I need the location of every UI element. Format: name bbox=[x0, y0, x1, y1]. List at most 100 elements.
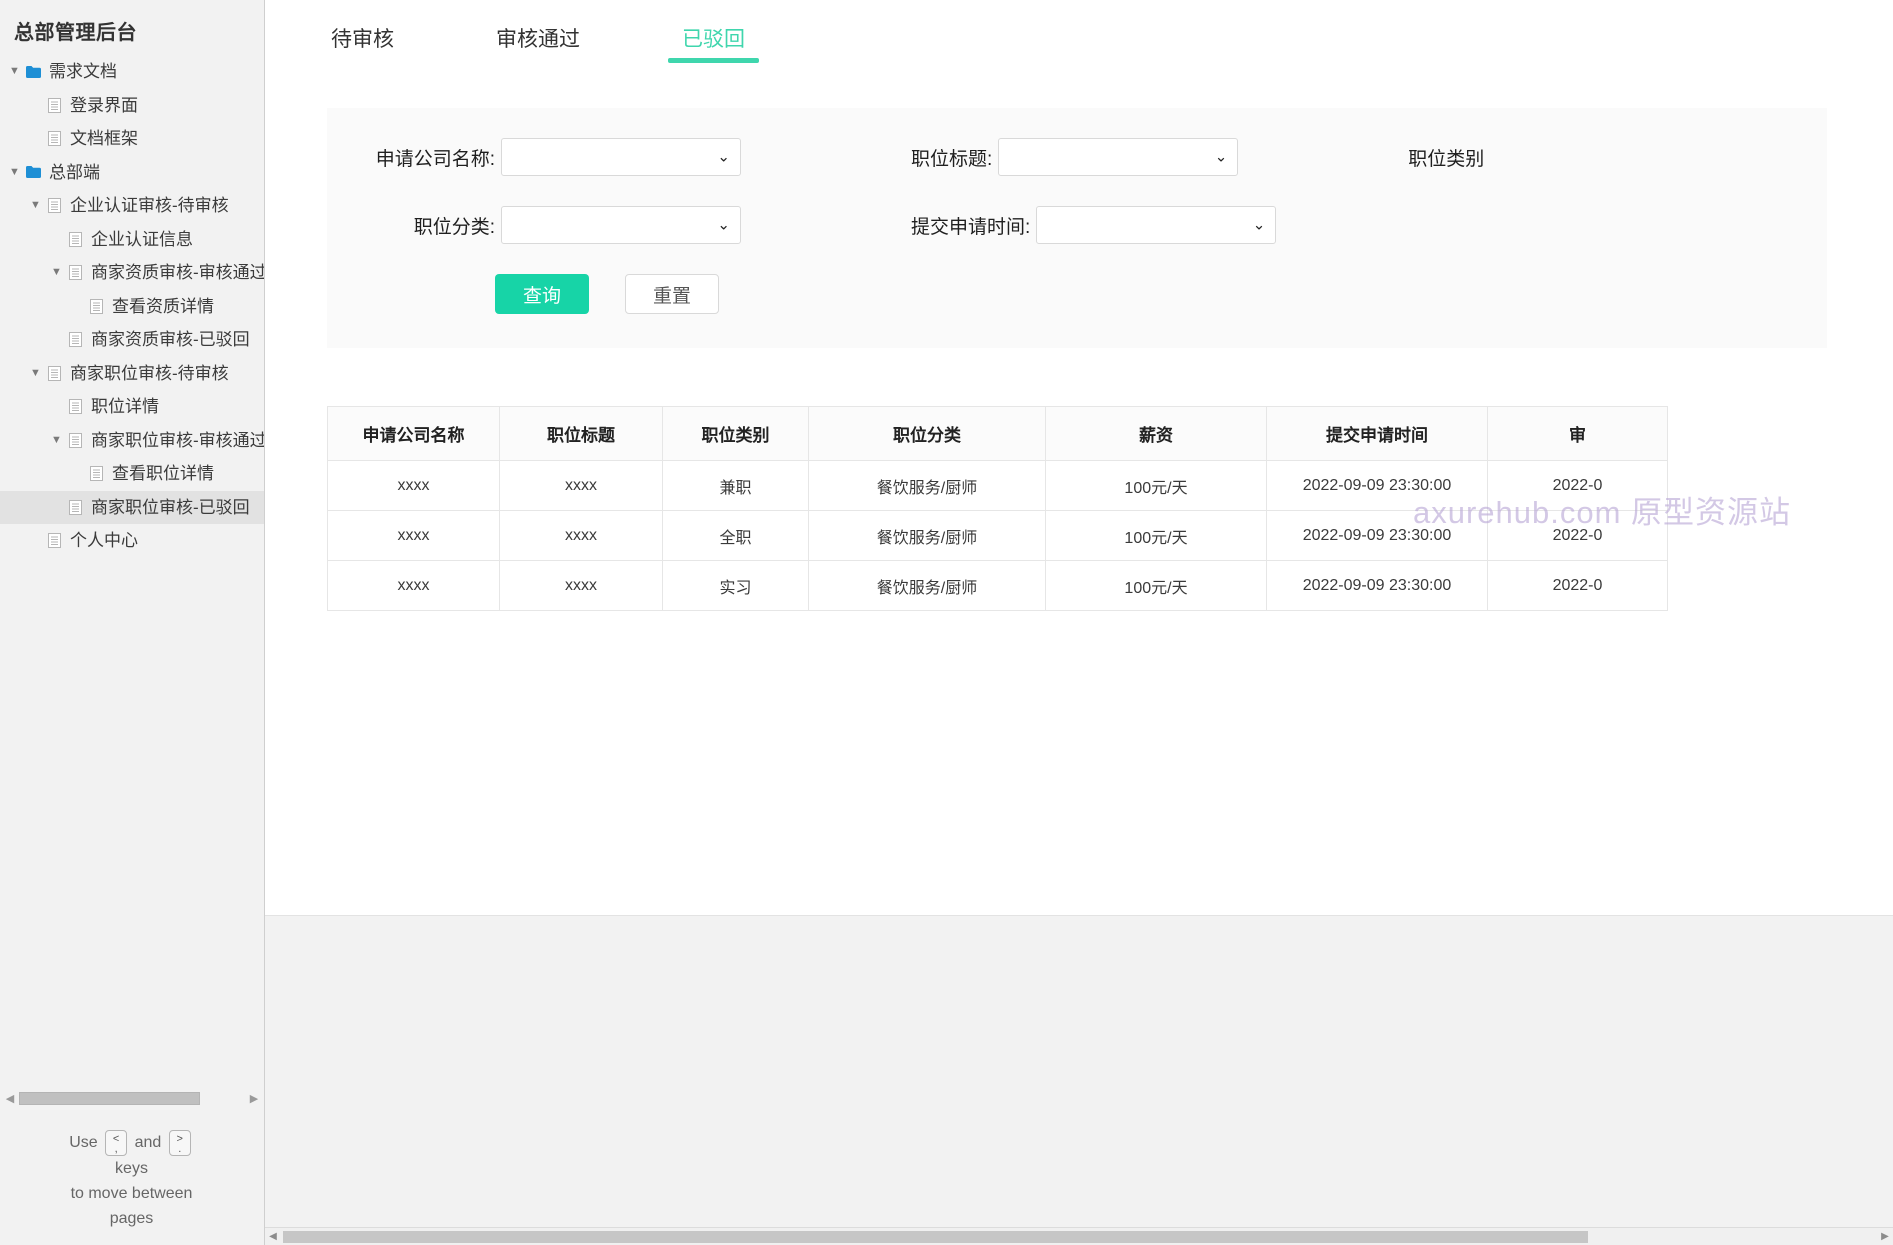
sidebar-item-7[interactable]: 查看资质详情 bbox=[0, 290, 264, 324]
twisty-down-icon[interactable]: ▼ bbox=[6, 166, 23, 178]
sidebar-item-label: 商家资质审核-审核通过 bbox=[91, 263, 265, 283]
help-and-text: and bbox=[134, 1134, 162, 1152]
keyboard-help-line4: pages bbox=[109, 1210, 154, 1227]
company-name-label: 申请公司名称: bbox=[375, 148, 495, 170]
sidebar-item-13[interactable]: 商家职位审核-已驳回 bbox=[0, 490, 264, 524]
main-horizontal-scrollbar[interactable]: ◀ ▶ bbox=[265, 1227, 1893, 1245]
tab-2[interactable]: 已驳回 bbox=[668, 0, 759, 80]
field-submit-time: 提交申请时间: ⌄ bbox=[911, 206, 1277, 244]
table-cell: 2022-0 bbox=[1487, 560, 1668, 611]
page-icon bbox=[65, 231, 85, 247]
keyboard-help: Use < , and > . keys to move between pag… bbox=[0, 1130, 263, 1231]
job-classification-select[interactable]: ⌄ bbox=[501, 206, 741, 244]
twisty-down-icon[interactable]: ▼ bbox=[6, 66, 23, 77]
sidebar-item-5[interactable]: 企业认证信息 bbox=[0, 223, 264, 257]
sidebar-horizontal-scrollbar[interactable]: ◀ ▶ bbox=[0, 1090, 264, 1107]
table-column-header: 职位标题 bbox=[499, 406, 663, 461]
search-button[interactable]: 查询 bbox=[495, 274, 589, 314]
sidebar-scroll-track[interactable] bbox=[19, 1092, 245, 1105]
filter-row-1: 申请公司名称: ⌄ 职位标题: ⌄ 职位类别 bbox=[327, 138, 1827, 176]
folder-icon bbox=[23, 65, 43, 78]
sidebar-item-6[interactable]: ▼ 商家资质审核-审核通过 bbox=[0, 256, 264, 290]
sidebar-item-3[interactable]: ▼ 总部端 bbox=[0, 156, 264, 190]
sidebar-item-14[interactable]: 个人中心 bbox=[0, 524, 264, 558]
sidebar-item-11[interactable]: ▼ 商家职位审核-审核通过 bbox=[0, 424, 264, 458]
table-row[interactable]: xxxx xxxx 实习 餐饮服务/厨师 100元/天 2022-09-09 23:30:… bbox=[327, 560, 1668, 611]
sidebar-item-label: 商家职位审核-已驳回 bbox=[91, 497, 250, 517]
main-scroll-track[interactable] bbox=[283, 1230, 1875, 1243]
sidebar-page-tree[interactable]: ▼ 需求文档 登录界面 文档框架 ▼ 总部端 ▼ 企业认证审核-待审核 企业认证信息 ▼ 商家资质审… bbox=[0, 55, 264, 558]
company-name-select[interactable]: ⌄ bbox=[501, 138, 741, 176]
table-row[interactable]: xxxx xxxx 兼职 餐饮服务/厨师 100元/天 2022-09-09 23:30:… bbox=[327, 460, 1668, 511]
chevron-down-icon: ⌄ bbox=[1214, 148, 1228, 166]
main-scroll-right-arrow-icon[interactable]: ▶ bbox=[1877, 1229, 1893, 1245]
results-table-wrapper: 申请公司名称 职位标题 职位类别 职位分类 薪资 提交申请时间审 xxxx xxxx 兼职 餐饮… bbox=[327, 406, 1827, 611]
sidebar-scroll-thumb[interactable] bbox=[19, 1092, 200, 1105]
sidebar-item-label: 登录界面 bbox=[70, 95, 138, 115]
field-job-category: 职位类别 bbox=[1408, 144, 1490, 171]
status-tabs[interactable]: 待审核 审核通过 已驳回 bbox=[265, 0, 1885, 80]
sidebar-item-label: 商家职位审核-待审核 bbox=[70, 363, 229, 383]
reset-button[interactable]: 重置 bbox=[625, 274, 719, 314]
sidebar-title: 总部管理后台 bbox=[14, 22, 137, 44]
page-footer-strip bbox=[265, 915, 1893, 1227]
sidebar-item-label: 职位详情 bbox=[91, 397, 159, 417]
submit-time-label: 提交申请时间: bbox=[911, 216, 1031, 238]
filter-buttons: 查询 重置 bbox=[327, 274, 1827, 314]
page-icon bbox=[65, 265, 85, 281]
page-icon bbox=[44, 97, 64, 113]
keyboard-help-line1: Use < , and > . bbox=[0, 1130, 263, 1156]
table-column-header: 审 bbox=[1487, 406, 1668, 461]
page-icon bbox=[44, 131, 64, 147]
tab-1[interactable]: 审核通过 bbox=[490, 0, 586, 80]
tab-0[interactable]: 待审核 bbox=[325, 0, 400, 80]
table-cell: 餐饮服务/厨师 bbox=[808, 510, 1046, 561]
table-cell: 100元/天 bbox=[1045, 510, 1267, 561]
sidebar-item-label: 个人中心 bbox=[70, 531, 138, 551]
table-column-header: 申请公司名称 bbox=[327, 406, 500, 461]
table-cell: 全职 bbox=[662, 510, 809, 561]
sidebar-item-2[interactable]: 文档框架 bbox=[0, 122, 264, 156]
scroll-right-arrow-icon[interactable]: ▶ bbox=[248, 1093, 260, 1105]
sidebar-item-1[interactable]: 登录界面 bbox=[0, 89, 264, 123]
prev-page-key-icon: < , bbox=[105, 1130, 128, 1156]
main-scroll-left-arrow-icon[interactable]: ◀ bbox=[265, 1229, 281, 1245]
page-icon bbox=[44, 198, 64, 214]
twisty-down-icon[interactable]: ▼ bbox=[48, 434, 65, 446]
help-use-text: Use bbox=[69, 1134, 98, 1152]
table-cell: 2022-09-09 23:30:00 bbox=[1266, 510, 1488, 561]
sidebar-item-9[interactable]: ▼ 商家职位审核-待审核 bbox=[0, 357, 264, 391]
job-category-label: 职位类别 bbox=[1408, 148, 1485, 170]
table-cell: 兼职 bbox=[662, 460, 809, 511]
chevron-down-icon: ⌄ bbox=[717, 216, 730, 234]
job-title-label: 职位标题: bbox=[911, 148, 993, 170]
twisty-down-icon[interactable]: ▼ bbox=[27, 200, 44, 211]
submit-time-select[interactable]: ⌄ bbox=[1036, 206, 1277, 244]
table-head: 申请公司名称 职位标题 职位类别 职位分类 薪资 提交申请时间审 bbox=[327, 406, 1668, 461]
sidebar-item-label: 企业认证审核-待审核 bbox=[70, 196, 229, 216]
scroll-left-arrow-icon[interactable]: ◀ bbox=[4, 1093, 16, 1105]
main-scroll-thumb[interactable] bbox=[283, 1230, 1589, 1243]
table-cell: 餐饮服务/厨师 bbox=[808, 460, 1046, 511]
sidebar-item-label: 查看职位详情 bbox=[112, 464, 214, 484]
sidebar-item-label: 企业认证信息 bbox=[91, 229, 193, 249]
table-header-row: 申请公司名称 职位标题 职位类别 职位分类 薪资 提交申请时间审 bbox=[327, 406, 1668, 461]
table-cell: xxxx bbox=[499, 510, 663, 561]
table-cell: 餐饮服务/厨师 bbox=[808, 560, 1046, 611]
keyboard-help-line3: to move between bbox=[70, 1185, 193, 1202]
page-icon bbox=[86, 466, 106, 482]
sidebar-item-4[interactable]: ▼ 企业认证审核-待审核 bbox=[0, 189, 264, 223]
filter-panel: 申请公司名称: ⌄ 职位标题: ⌄ 职位类别 职位分类: ⌄ 提交申请时间: ⌄… bbox=[327, 108, 1827, 348]
app-root: 总部管理后台 ▼ 需求文档 登录界面 文档框架 ▼ 总部端 ▼ 企业认证审核-待审核 企业认证信… bbox=[0, 0, 1893, 1245]
table-row[interactable]: xxxx xxxx 全职 餐饮服务/厨师 100元/天 2022-09-09 23:30:… bbox=[327, 510, 1668, 561]
page-icon bbox=[65, 432, 85, 448]
job-title-select[interactable]: ⌄ bbox=[998, 138, 1239, 176]
twisty-down-icon[interactable]: ▼ bbox=[27, 367, 44, 379]
sidebar-item-8[interactable]: 商家资质审核-已驳回 bbox=[0, 323, 264, 357]
twisty-down-icon[interactable]: ▼ bbox=[48, 267, 65, 278]
sidebar-item-12[interactable]: 查看职位详情 bbox=[0, 457, 264, 491]
sidebar-item-0[interactable]: ▼ 需求文档 bbox=[0, 55, 264, 89]
page-icon bbox=[65, 399, 85, 415]
sidebar-item-10[interactable]: 职位详情 bbox=[0, 390, 264, 424]
table-cell: xxxx bbox=[327, 510, 500, 561]
